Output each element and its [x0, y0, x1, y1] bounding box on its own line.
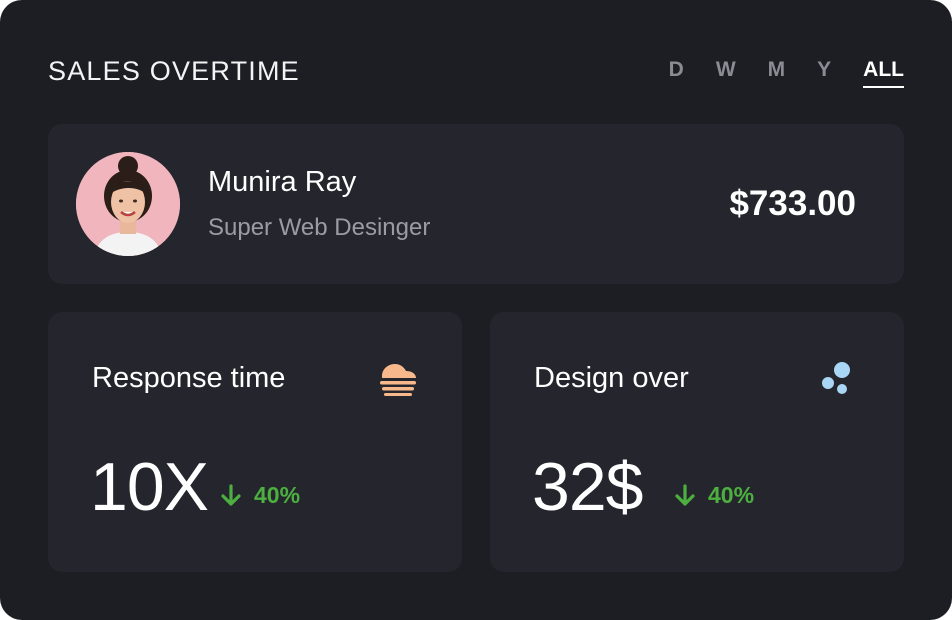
trend-indicator: 40% [674, 482, 754, 509]
card-header: SALES OVERTIME D W M Y ALL [48, 52, 904, 92]
filter-week[interactable]: W [716, 58, 736, 88]
stat-value: 32$ [532, 449, 643, 525]
time-filter-group: D W M Y ALL [637, 58, 904, 88]
avatar-portrait-icon [76, 152, 180, 256]
stat-value: 10X [90, 449, 209, 525]
card-title: SALES OVERTIME [48, 56, 300, 86]
design-over-panel: Design over 32$ 40% [490, 312, 904, 572]
filter-year[interactable]: Y [817, 58, 831, 88]
stat-label: Design over [534, 362, 689, 394]
profile-name: Munira Ray [208, 166, 357, 198]
filter-all[interactable]: ALL [863, 58, 904, 88]
profile-panel: Munira Ray Super Web Desinger $733.00 [48, 124, 904, 284]
filter-day[interactable]: D [669, 58, 684, 88]
arrow-down-icon [221, 483, 241, 506]
profile-role: Super Web Desinger [208, 214, 431, 241]
fog-icon [378, 360, 418, 396]
stat-label: Response time [92, 362, 286, 394]
avatar [76, 152, 180, 256]
trend-value: 40% [254, 482, 301, 508]
trend-value: 40% [708, 482, 755, 508]
profile-amount: $733.00 [729, 184, 856, 223]
trend-indicator: 40% [220, 482, 300, 509]
arrow-down-icon [675, 483, 695, 506]
bubbles-icon [820, 360, 860, 396]
filter-month[interactable]: M [768, 58, 786, 88]
sales-overtime-card: SALES OVERTIME D W M Y ALL Munira Ray Su… [0, 0, 952, 620]
response-time-panel: Response time 10X 40% [48, 312, 462, 572]
